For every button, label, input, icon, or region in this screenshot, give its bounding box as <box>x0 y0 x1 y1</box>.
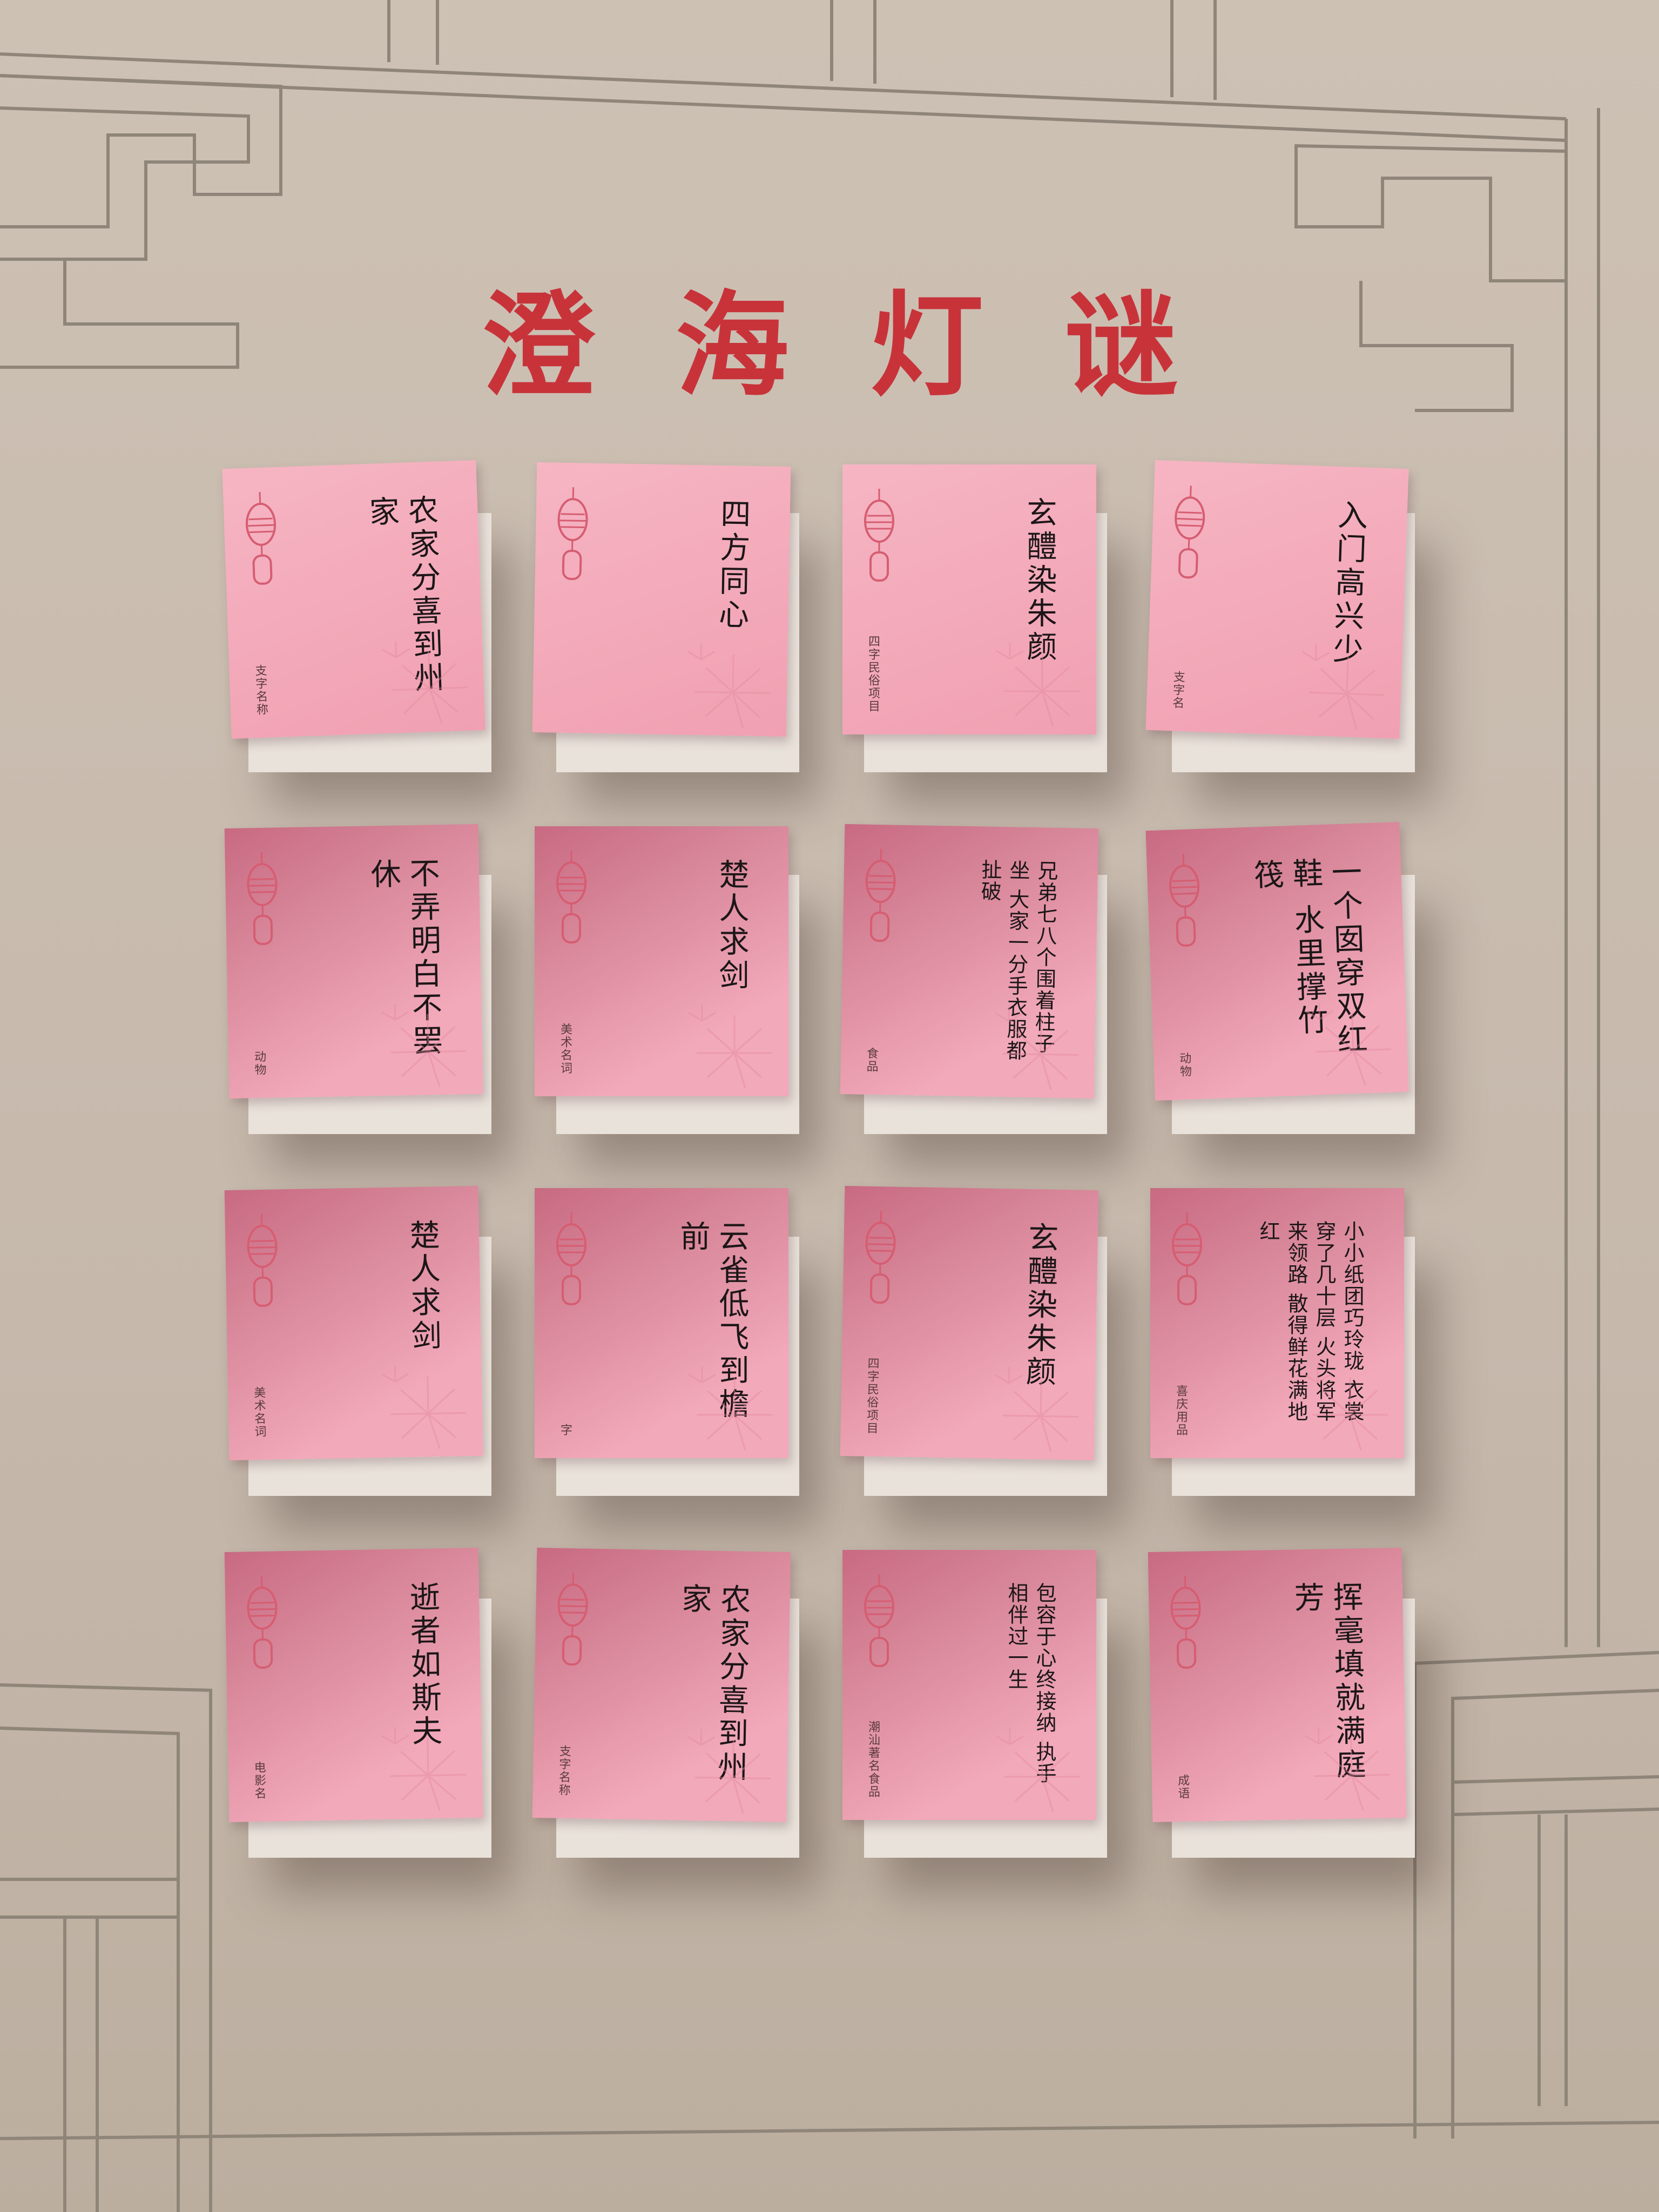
riddle-paper: 云雀低飞到檐前 字 <box>535 1188 788 1458</box>
riddle-hint: 电影名 <box>252 1761 266 1800</box>
riddle-hint: 潮汕著名食品 <box>866 1721 880 1798</box>
riddle-paper: 楚人求剑 美术名词 <box>535 826 788 1096</box>
firework-icon <box>687 1729 771 1814</box>
riddle-card: 四方同心 <box>532 462 799 772</box>
riddle-hint: 动物 <box>252 1050 266 1077</box>
riddle-card: 挥毫填就满庭芳 成语 <box>1148 1547 1415 1858</box>
lantern-icon <box>556 1212 586 1305</box>
lantern-icon <box>1170 1575 1201 1669</box>
riddle-paper: 一个囡穿双红鞋 水里撑竹筏 动物 <box>1145 821 1409 1101</box>
firework-icon <box>688 1366 772 1451</box>
riddle-card: 小小纸团巧玲珑 衣裳穿了几十层 火头将军来领路 散得鲜花满地红 喜庆用品 <box>1150 1188 1415 1496</box>
riddle-hint: 支字名称 <box>253 664 268 717</box>
lantern-icon <box>864 489 894 582</box>
firework-icon <box>995 1005 1079 1090</box>
riddle-hint: 字 <box>558 1424 572 1437</box>
riddle-hint: 动物 <box>1177 1051 1192 1078</box>
page-title: 澄海灯谜 <box>481 279 1259 412</box>
riddle-hint: 美术名词 <box>252 1386 266 1439</box>
firework-icon <box>381 1365 466 1449</box>
lantern-icon <box>557 487 588 581</box>
riddle-paper: 玄醴染朱颜 四字民俗项目 <box>842 464 1096 734</box>
firework-icon <box>996 643 1080 727</box>
riddle-card: 入门高兴少 支字名 <box>1145 460 1415 772</box>
riddle-hint: 食品 <box>864 1047 879 1074</box>
firework-icon <box>687 643 771 729</box>
riddle-paper: 四方同心 <box>532 462 791 737</box>
riddle-paper: 小小纸团巧玲珑 衣裳穿了几十层 火头将军来领路 散得鲜花满地红 喜庆用品 <box>1150 1188 1404 1458</box>
riddle-hint: 四字民俗项目 <box>866 635 880 713</box>
firework-icon <box>381 1003 466 1087</box>
riddle-paper: 玄醴染朱颜 四字民俗项目 <box>840 1185 1099 1461</box>
riddle-card: 包容于心终接纳 执手相伴过一生 潮汕著名食品 <box>842 1550 1107 1858</box>
firework-icon <box>1305 1003 1391 1085</box>
riddle-paper: 不弄明白不罢休 动物 <box>224 824 483 1099</box>
lantern-icon <box>247 1575 278 1669</box>
riddle-hint: 美术名词 <box>558 1023 572 1075</box>
riddle-card: 楚人求剑 美术名词 <box>224 1185 491 1496</box>
firework-icon <box>1301 644 1385 730</box>
lantern-icon <box>247 1213 278 1307</box>
riddle-hint: 成语 <box>1175 1773 1190 1800</box>
riddle-card: 兄弟七八个围着柱子坐 大家一分手衣服都扯破 食品 <box>840 824 1107 1134</box>
firework-icon <box>1304 1366 1388 1451</box>
firework-icon <box>382 641 468 724</box>
lantern-icon <box>246 491 276 585</box>
lantern-icon <box>864 1574 894 1667</box>
lantern-icon <box>556 851 586 943</box>
riddle-paper: 挥毫填就满庭芳 成语 <box>1148 1547 1407 1823</box>
riddle-card: 逝者如斯夫 电影名 <box>224 1547 491 1858</box>
riddle-card: 不弄明白不罢休 动物 <box>224 824 491 1134</box>
riddle-card: 玄醴染朱颜 四字民俗项目 <box>840 1185 1107 1496</box>
riddle-hint: 支字名称 <box>556 1744 571 1797</box>
firework-icon <box>688 1004 772 1089</box>
riddle-paper: 农家分喜到州家 支字名称 <box>222 460 485 739</box>
riddle-card: 农家分喜到州家 支字名称 <box>532 1547 799 1858</box>
riddle-card: 云雀低飞到檐前 字 <box>535 1188 799 1496</box>
lantern-icon <box>865 849 896 942</box>
lantern-icon <box>865 1211 896 1304</box>
riddle-card: 玄醴染朱颜 四字民俗项目 <box>842 464 1107 772</box>
riddle-card: 楚人求剑 美术名词 <box>535 826 799 1134</box>
riddle-hint: 喜庆用品 <box>1174 1385 1188 1437</box>
firework-icon <box>1304 1727 1390 1811</box>
riddle-paper: 楚人求剑 美术名词 <box>224 1185 483 1461</box>
riddle-board: 农家分喜到州家 支字名称 四方同心 玄醴染朱颜 四字民俗项目 入门高兴少 支字名… <box>222 460 1458 1912</box>
firework-icon <box>996 1728 1080 1812</box>
lantern-icon <box>1175 485 1205 579</box>
riddle-card: 一个囡穿双红鞋 水里撑竹筏 动物 <box>1145 821 1415 1134</box>
lantern-icon <box>557 1573 588 1666</box>
riddle-paper: 逝者如斯夫 电影名 <box>224 1547 483 1823</box>
lantern-icon <box>1172 1212 1202 1305</box>
riddle-paper: 入门高兴少 支字名 <box>1145 460 1409 739</box>
riddle-paper: 农家分喜到州家 支字名称 <box>532 1547 791 1823</box>
riddle-paper: 兄弟七八个围着柱子坐 大家一分手衣服都扯破 食品 <box>840 824 1099 1099</box>
lantern-icon <box>1169 853 1200 947</box>
firework-icon <box>381 1727 466 1811</box>
riddle-hint: 四字民俗项目 <box>864 1357 879 1435</box>
firework-icon <box>995 1367 1079 1452</box>
riddle-card: 农家分喜到州家 支字名称 <box>222 460 491 772</box>
lantern-icon <box>247 852 278 945</box>
riddle-hint: 支字名 <box>1170 670 1185 710</box>
riddle-paper: 包容于心终接纳 执手相伴过一生 潮汕著名食品 <box>842 1550 1096 1820</box>
